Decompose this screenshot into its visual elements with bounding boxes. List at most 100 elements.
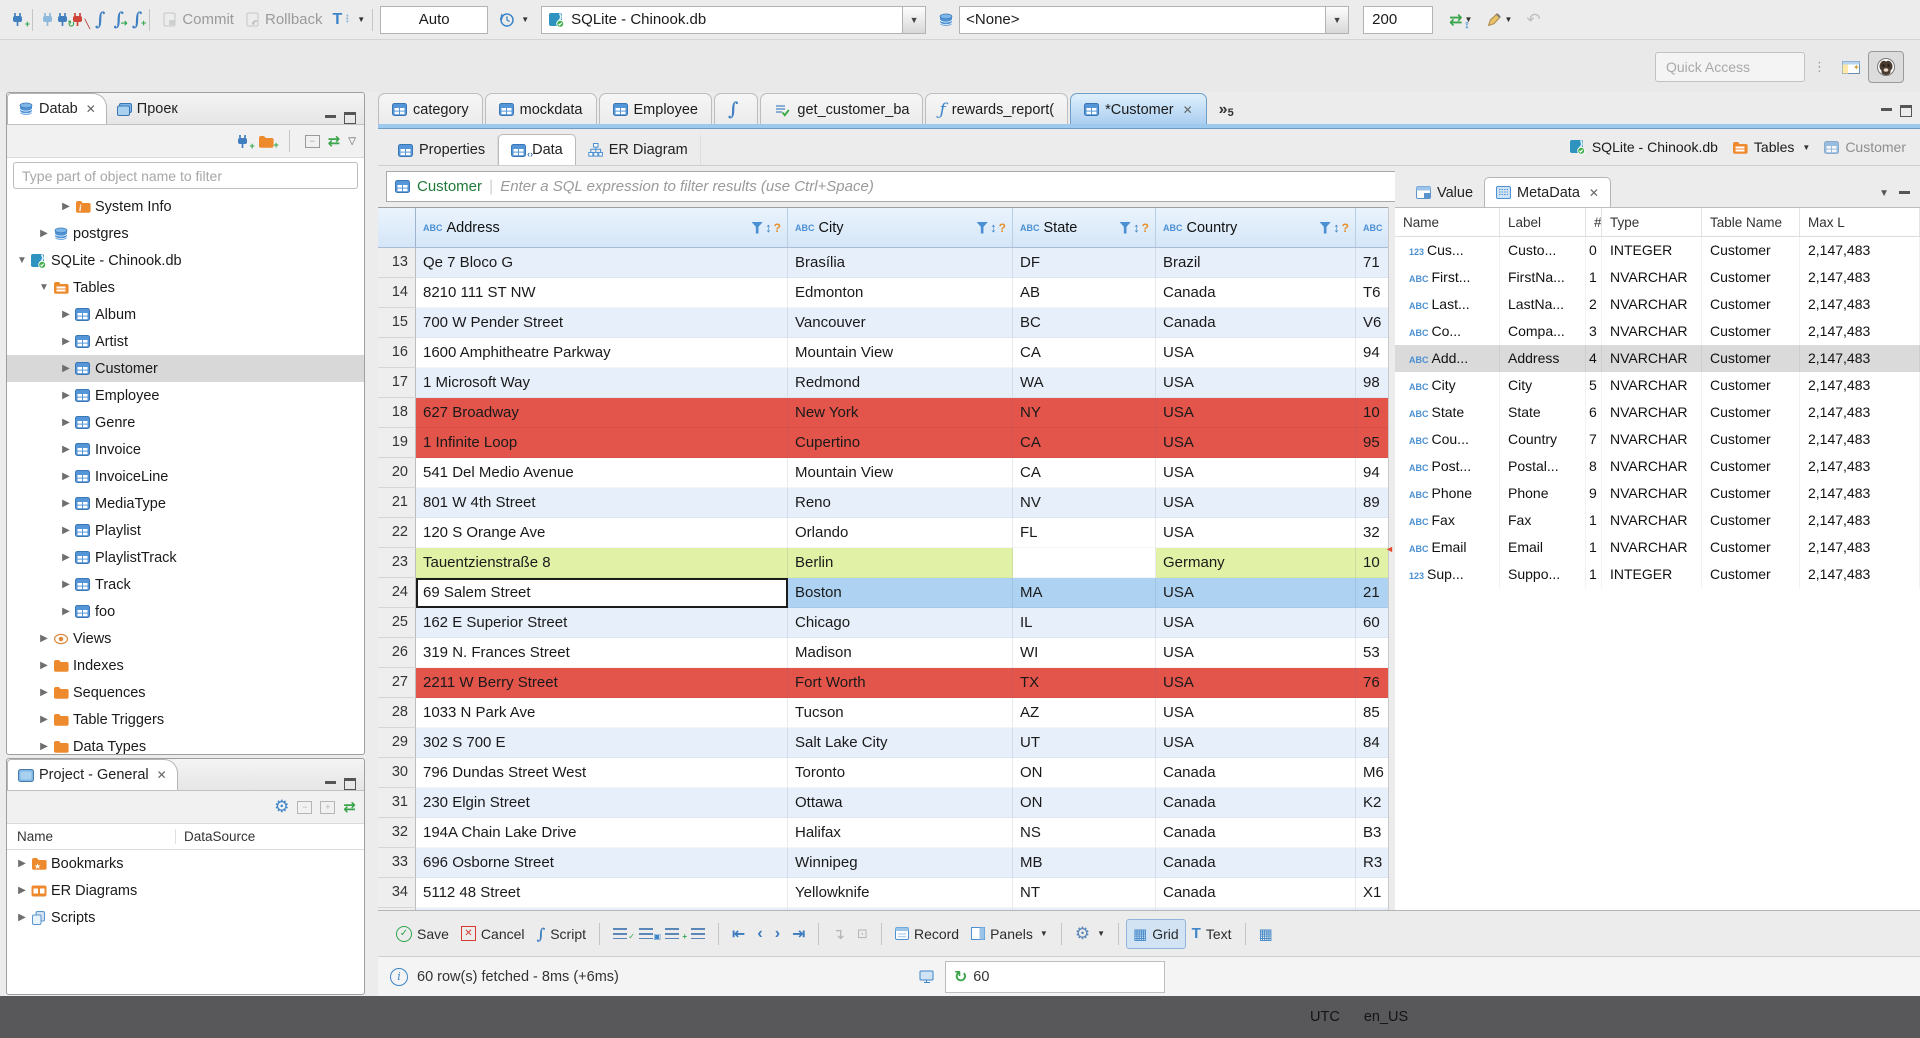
metadata-column-header[interactable]: Label: [1500, 208, 1586, 236]
expand-arrow-icon[interactable]: ▶: [37, 687, 51, 698]
grid-cell[interactable]: Germany: [1156, 548, 1356, 578]
grid-cell[interactable]: 1 Microsoft Way: [416, 368, 788, 398]
tree-item-genre[interactable]: ▶ Genre: [7, 409, 364, 436]
expand-arrow-icon[interactable]: ▶: [59, 336, 73, 347]
grid-cell[interactable]: Yellowknife: [788, 878, 1013, 908]
row-number[interactable]: 18: [378, 398, 416, 428]
collapse-all-icon[interactable]: −: [297, 800, 313, 814]
schema-combo-arrow[interactable]: ▼: [1325, 6, 1349, 33]
grid-cell[interactable]: USA: [1156, 668, 1356, 698]
grid-cell[interactable]: [1013, 548, 1156, 578]
grid-cell[interactable]: 801 W 4th Street: [416, 488, 788, 518]
row-number[interactable]: 33: [378, 848, 416, 878]
tab-projects[interactable]: Проек: [107, 94, 188, 124]
new-connection-icon[interactable]: +: [235, 134, 255, 150]
column-header-name[interactable]: Name: [7, 829, 175, 844]
expand-arrow-icon[interactable]: ▶: [59, 498, 73, 509]
tree-item-invoice[interactable]: ▶ Invoice: [7, 436, 364, 463]
record-mode-button[interactable]: Record: [889, 926, 965, 942]
close-tab-icon[interactable]: ✕: [1183, 103, 1193, 117]
commit-mode-combo[interactable]: Auto: [380, 5, 489, 34]
grid-cell[interactable]: 627 Broadway: [416, 398, 788, 428]
minimize-panel-icon[interactable]: [325, 115, 336, 121]
row-number[interactable]: 13: [378, 248, 416, 278]
expand-arrow-icon[interactable]: ▶: [59, 579, 73, 590]
column-info-icon[interactable]: ?: [774, 221, 781, 235]
grid-cell[interactable]: TX: [1013, 668, 1156, 698]
expand-arrow-icon[interactable]: ▶: [59, 363, 73, 374]
expand-arrow-icon[interactable]: ▶: [59, 417, 73, 428]
history-dropdown-arrow[interactable]: ▼: [521, 15, 529, 24]
transaction-dropdown-arrow[interactable]: ▼: [357, 15, 365, 24]
metadata-column-header[interactable]: Type: [1602, 208, 1702, 236]
editor-tab-employee[interactable]: Employee: [598, 93, 712, 125]
grid-cell[interactable]: Canada: [1156, 848, 1356, 878]
grid-cell[interactable]: AZ: [1013, 698, 1156, 728]
grid-cell[interactable]: 796 Dundas Street West: [416, 758, 788, 788]
tab-value-viewer[interactable]: Value: [1405, 178, 1484, 207]
metadata-column-header[interactable]: #: [1586, 208, 1602, 236]
tree-item-playlisttrack[interactable]: ▶ PlaylistTrack: [7, 544, 364, 571]
project-item-scripts[interactable]: ▶ Scripts: [7, 904, 364, 931]
edit-value-inline-icon[interactable]: ▣: [633, 928, 661, 941]
expand-arrow-icon[interactable]: ▶: [59, 471, 73, 482]
metadata-row[interactable]: ABC First... FirstNa... 1 NVARCHAR Customer 2,…: [1395, 264, 1920, 291]
grid-cell[interactable]: NY: [1013, 398, 1156, 428]
grid-cell[interactable]: NS: [1013, 818, 1156, 848]
transaction-log-icon[interactable]: T ⋮: [333, 11, 353, 29]
grid-cell[interactable]: 696 Osborne Street: [416, 848, 788, 878]
panel-menu-arrow[interactable]: ▼: [1879, 188, 1889, 199]
grid-cell[interactable]: Vancouver: [788, 308, 1013, 338]
tree-item-artist[interactable]: ▶ Artist: [7, 328, 364, 355]
expand-arrow-icon[interactable]: ▶: [59, 201, 73, 212]
grid-cell[interactable]: MA: [1013, 578, 1156, 608]
new-sql-editor-icon[interactable]: ∫ +: [132, 10, 146, 28]
rollback-button[interactable]: Rollback: [240, 6, 329, 34]
row-number[interactable]: 25: [378, 608, 416, 638]
connect-icon[interactable]: [40, 12, 55, 27]
expand-arrow-icon[interactable]: ▼: [37, 282, 51, 293]
grid-cell[interactable]: 8210 111 ST NW: [416, 278, 788, 308]
metadata-row[interactable]: 123 Sup... Suppo... 1 INTEGER Customer 2,147,4…: [1395, 561, 1920, 588]
grid-cell[interactable]: Berlin: [788, 548, 1013, 578]
expand-arrow-icon[interactable]: ▶: [59, 444, 73, 455]
row-number[interactable]: 27: [378, 668, 416, 698]
grid-cell[interactable]: Toronto: [788, 758, 1013, 788]
row-number[interactable]: 20: [378, 458, 416, 488]
editor-tab-get-customer-ba[interactable]: get_customer_ba: [760, 93, 924, 125]
expand-arrow-icon[interactable]: ▼: [15, 255, 29, 266]
expand-arrow-icon[interactable]: ▶: [15, 858, 29, 869]
filter-funnel-icon[interactable]: [1119, 221, 1132, 234]
more-tabs-chevron[interactable]: » 5: [1209, 101, 1238, 125]
tree-item-employee[interactable]: ▶ Employee: [7, 382, 364, 409]
editor-tab--sqlite-chino[interactable]: ∫: [713, 93, 759, 125]
disconnect-icon[interactable]: ╲: [70, 12, 90, 29]
expand-arrow-icon[interactable]: ▶: [15, 912, 29, 923]
view-menu-icon[interactable]: ▽: [348, 136, 356, 147]
grid-cell[interactable]: Winnipeg: [788, 848, 1013, 878]
add-row-icon[interactable]: +: [659, 928, 687, 941]
grid-cell[interactable]: ON: [1013, 758, 1156, 788]
next-row-button[interactable]: ›: [769, 925, 786, 943]
row-number[interactable]: 16: [378, 338, 416, 368]
expand-all-icon[interactable]: +: [320, 800, 336, 814]
grid-cell[interactable]: 700 W Pender Street: [416, 308, 788, 338]
metadata-column-header[interactable]: Table Name: [1702, 208, 1800, 236]
row-number[interactable]: 14: [378, 278, 416, 308]
tab-data[interactable]: ‹› Data: [498, 134, 576, 165]
tree-item-table-triggers[interactable]: ▶ Table Triggers: [7, 706, 364, 733]
grid-cell[interactable]: 2211 W Berry Street: [416, 668, 788, 698]
grid-cell[interactable]: Salt Lake City: [788, 728, 1013, 758]
tree-item-indexes[interactable]: ▶ Indexes: [7, 652, 364, 679]
grid-cell[interactable]: USA: [1156, 578, 1356, 608]
grid-cell[interactable]: 541 Del Medio Avenue: [416, 458, 788, 488]
expand-arrow-icon[interactable]: ▶: [59, 390, 73, 401]
tree-item-sequences[interactable]: ▶ Sequences: [7, 679, 364, 706]
expand-arrow-icon[interactable]: ▶: [37, 741, 51, 752]
grid-cell[interactable]: Reno: [788, 488, 1013, 518]
grid-cell[interactable]: 319 N. Frances Street: [416, 638, 788, 668]
close-tab-icon[interactable]: ✕: [1589, 186, 1599, 200]
panel-splitter[interactable]: ◄►: [1385, 207, 1403, 910]
collapse-all-icon[interactable]: −: [304, 134, 320, 148]
expand-arrow-icon[interactable]: ▶: [59, 525, 73, 536]
